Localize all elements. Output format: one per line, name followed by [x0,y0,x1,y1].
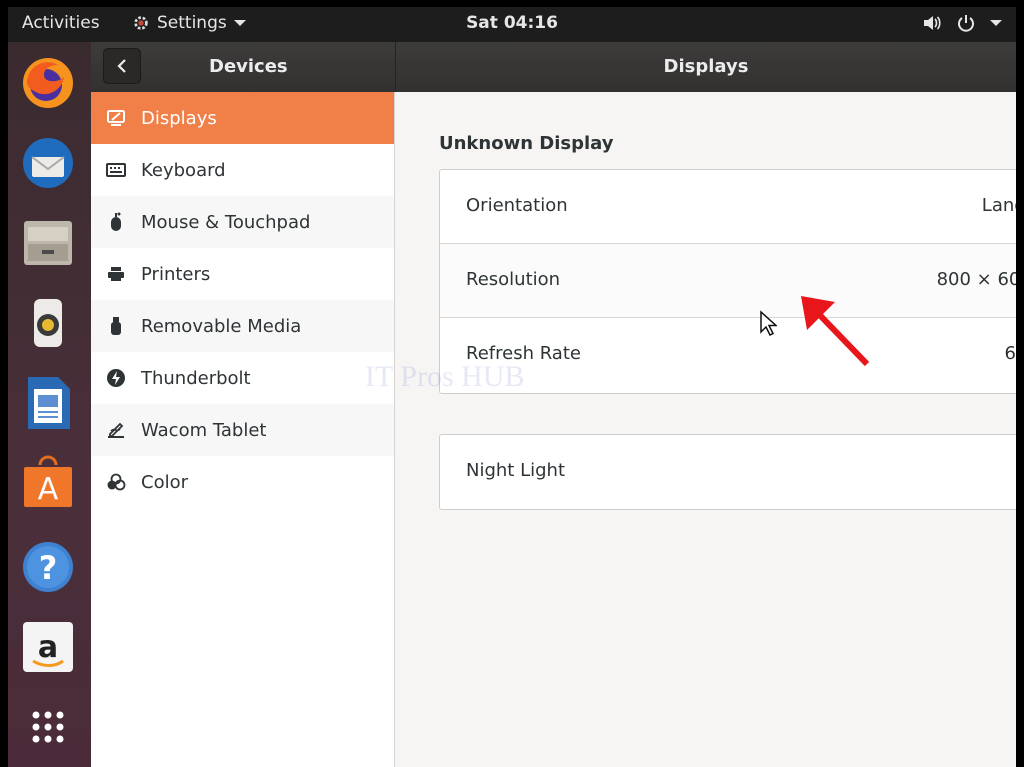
settings-window: Devices Displays Displays Keyboard Mouse… [91,42,1016,767]
amazon-icon[interactable]: a [20,618,76,676]
svg-text:A: A [38,472,59,507]
sidebar-item-label: Thunderbolt [141,367,251,389]
sidebar-item-label: Color [141,471,188,493]
night-light-panel: Night Light [439,434,1016,510]
svg-text:?: ? [39,549,58,587]
power-icon [958,15,974,32]
resolution-value: 800 × 600 (4 [936,269,1016,290]
sidebar-item-label: Wacom Tablet [141,419,267,441]
sidebar-item-label: Displays [141,107,217,129]
row-label: Night Light [466,460,565,481]
row-label: Resolution [466,269,561,290]
show-apps-icon[interactable] [20,698,76,756]
sidebar-item-label: Keyboard [141,159,226,181]
sidebar-item-removable-media[interactable]: Removable Media [91,300,394,352]
rhythmbox-icon[interactable] [20,294,76,352]
dock: A ? a [8,42,91,767]
refresh-rate-value: 60.00 [1004,343,1016,364]
chevron-down-icon [990,20,1002,26]
orientation-value: Landsca [981,195,1016,216]
refresh-rate-row[interactable]: Refresh Rate 60.00 [440,318,1016,392]
display-settings-list: Orientation Landsca Resolution 800 × 600… [439,169,1016,394]
orientation-row[interactable]: Orientation Landsca [440,170,1016,244]
sidebar-item-label: Printers [141,263,211,285]
sidebar-item-label: Removable Media [141,315,302,337]
files-icon[interactable] [20,214,76,272]
sidebar-item-keyboard[interactable]: Keyboard [91,144,394,196]
thunderbird-icon[interactable] [20,134,76,192]
firefox-icon[interactable] [20,54,76,112]
system-tray[interactable] [922,13,1002,33]
top-bar: Activities Settings Sat 04:16 [8,7,1016,42]
sidebar: Displays Keyboard Mouse & Touchpad Print… [91,92,395,767]
sidebar-item-printers[interactable]: Printers [91,248,394,300]
thunderbolt-icon [105,367,127,389]
help-icon[interactable]: ? [20,538,76,596]
page-title: Displays [663,56,749,77]
display-name-heading: Unknown Display [439,133,614,154]
clock[interactable]: Sat 04:16 [8,13,1016,33]
sidebar-item-wacom-tablet[interactable]: Wacom Tablet [91,404,394,456]
chevron-left-icon [117,59,126,73]
sidebar-item-color[interactable]: Color [91,456,394,508]
printer-icon [105,263,127,285]
row-label: Orientation [466,195,568,216]
display-icon [105,107,127,129]
sidebar-item-mouse-touchpad[interactable]: Mouse & Touchpad [91,196,394,248]
panel-title: Devices [209,56,288,77]
displays-content: Unknown Display Orientation Landsca Reso… [396,92,1016,767]
color-icon [105,471,127,493]
software-icon[interactable]: A [20,454,76,512]
volume-icon [924,16,941,30]
usb-icon [105,315,127,337]
night-light-row[interactable]: Night Light [440,435,1016,509]
sidebar-item-displays[interactable]: Displays [91,92,394,144]
sidebar-item-label: Mouse & Touchpad [141,211,311,233]
watermark: IT Pros HUB [365,360,525,393]
resolution-row[interactable]: Resolution 800 × 600 (4 [440,244,1016,318]
svg-text:a: a [38,630,58,665]
annotation-arrow-icon [801,296,870,367]
back-button[interactable] [103,48,141,84]
keyboard-icon [105,159,127,181]
mouse-icon [105,211,127,233]
tablet-icon [105,419,127,441]
header-bar: Devices Displays [91,42,1016,92]
libreoffice-writer-icon[interactable] [20,374,76,432]
mouse-pointer-icon [760,310,777,336]
sidebar-item-thunderbolt[interactable]: Thunderbolt [91,352,394,404]
